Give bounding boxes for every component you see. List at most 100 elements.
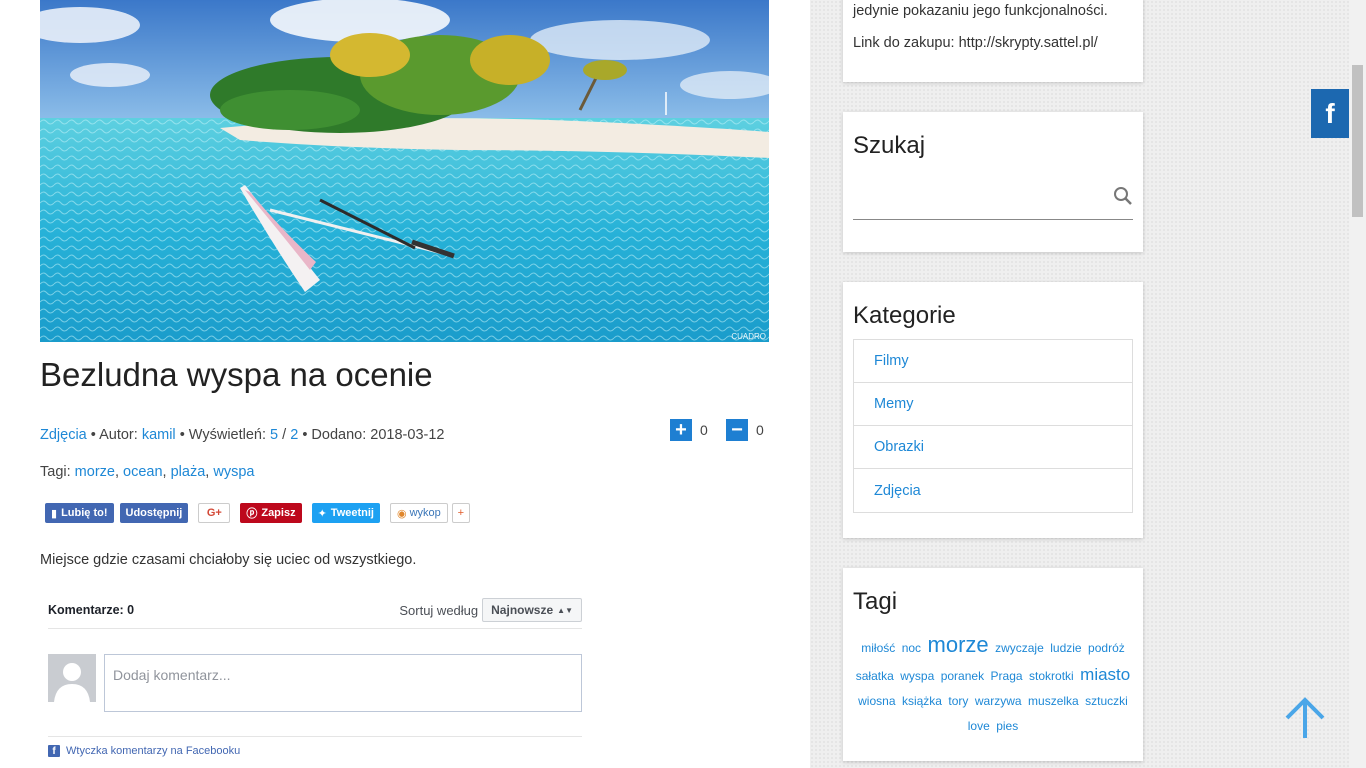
vote-down-count: 0 xyxy=(756,422,764,438)
sidebar-text-line2: Link do zakupu: http://skrypty.sattel.pl… xyxy=(853,35,1098,52)
thumb-icon: ▮ xyxy=(51,507,58,520)
author-prefix: • Autor: xyxy=(90,427,138,443)
facebook-icon: f xyxy=(1325,97,1335,129)
sort-arrows-icon: ▲▼ xyxy=(557,605,573,615)
views-link-a[interactable]: 5 xyxy=(270,427,278,443)
tag-cloud-item[interactable]: wiosna xyxy=(858,694,895,708)
scroll-to-top-icon[interactable] xyxy=(1283,696,1327,740)
category-item-filmy[interactable]: Filmy xyxy=(854,340,1132,383)
island-photo xyxy=(40,0,769,342)
avatar xyxy=(48,654,96,702)
tweet-label: Tweetnij xyxy=(330,507,374,519)
category-item-obrazki[interactable]: Obrazki xyxy=(854,426,1132,469)
post-tags: Tagi: morze, ocean, plaża, wyspa xyxy=(40,464,255,480)
tag-cloud: miłość noc morze zwyczaje ludzie podróż … xyxy=(853,628,1133,738)
date-prefix: • Dodano: xyxy=(302,427,367,443)
search-widget: Szukaj xyxy=(843,112,1143,252)
tag-cloud-item[interactable]: książka xyxy=(902,694,942,708)
pinterest-icon: ⓟ xyxy=(246,508,258,520)
tag-link-ocean[interactable]: ocean xyxy=(123,464,163,480)
tag-cloud-item[interactable]: morze xyxy=(928,632,989,657)
tag-link-wyspa[interactable]: wyspa xyxy=(213,464,254,480)
fb-comments: Komentarze: 0 Sortuj według Najnowsze ▲▼… xyxy=(48,592,582,768)
views-link-b[interactable]: 2 xyxy=(290,427,298,443)
tag-cloud-item[interactable]: tory xyxy=(948,694,968,708)
tweet-button[interactable]: ✦ Tweetnij xyxy=(311,503,380,523)
comment-input[interactable]: Dodaj komentarz... xyxy=(104,654,582,712)
tag-cloud-item[interactable]: miasto xyxy=(1080,665,1130,684)
views-prefix: • Wyświetleń: xyxy=(179,427,267,443)
sidebar: jedynie pokazaniu jego funkcjonalności. … xyxy=(810,0,1350,768)
twitter-icon: ✦ xyxy=(317,507,327,520)
tag-cloud-item[interactable]: warzywa xyxy=(975,694,1022,708)
share-bar: ▮ Lubię to! Udostępnij G+ ⓟ Zapisz ✦ Twe… xyxy=(45,503,476,523)
tag-cloud-item[interactable]: zwyczaje xyxy=(995,641,1044,655)
tag-cloud-item[interactable]: ludzie xyxy=(1050,641,1081,655)
comments-plugin-footer: f Wtyczka komentarzy na Facebooku xyxy=(48,736,582,757)
vote-down-button[interactable]: − xyxy=(726,419,748,441)
fb-like-button[interactable]: ▮ Lubię to! xyxy=(45,503,114,523)
search-title: Szukaj xyxy=(853,132,926,159)
tag-cloud-item[interactable]: sztuczki xyxy=(1085,694,1128,708)
post-title: Bezludna wyspa na ocenie xyxy=(40,356,433,393)
categories-widget: Kategorie Filmy Memy Obrazki Zdjęcia xyxy=(843,282,1143,538)
sort-label: Sortuj według xyxy=(399,602,479,618)
categories-list: Filmy Memy Obrazki Zdjęcia xyxy=(853,339,1133,513)
tag-cloud-item[interactable]: pies xyxy=(996,719,1018,733)
tag-cloud-item[interactable]: love xyxy=(968,719,990,733)
vote-up-button[interactable]: + xyxy=(670,419,692,441)
main-content: CUADRO Bezludna wyspa na ocenie Zdjęcia … xyxy=(0,0,810,768)
plugin-link[interactable]: Wtyczka komentarzy na Facebooku xyxy=(66,745,240,757)
tag-cloud-item[interactable]: stokrotki xyxy=(1029,669,1074,683)
vote-down: − 0 xyxy=(726,419,764,441)
tag-cloud-item[interactable]: sałatka xyxy=(856,669,894,683)
tag-cloud-item[interactable]: Praga xyxy=(991,669,1023,683)
fb-share-button[interactable]: Udostępnij xyxy=(119,503,189,523)
tag-cloud-item[interactable]: muszelka xyxy=(1028,694,1079,708)
search-input[interactable] xyxy=(853,178,1133,220)
comments-header: Komentarze: 0 Sortuj według Najnowsze ▲▼ xyxy=(48,592,582,629)
tag-link-plaza[interactable]: plaża xyxy=(171,464,206,480)
scrollbar[interactable] xyxy=(1349,0,1366,768)
pinterest-button[interactable]: ⓟ Zapisz xyxy=(240,503,302,523)
vote-up: + 0 xyxy=(670,419,708,441)
sort-value: Najnowsze xyxy=(491,603,554,617)
image-credit: CUADRO xyxy=(731,332,766,341)
wykop-label: wykop xyxy=(409,507,441,519)
fb-like-label: Lubię to! xyxy=(61,507,108,519)
more-share-button[interactable]: + xyxy=(451,503,470,523)
comment-composer: Dodaj komentarz... xyxy=(48,654,582,712)
tags-widget: Tagi miłość noc morze zwyczaje ludzie po… xyxy=(843,568,1143,761)
post-image[interactable]: CUADRO xyxy=(40,0,769,342)
tag-cloud-item[interactable]: wyspa xyxy=(900,669,934,683)
post-meta: Zdjęcia • Autor: kamil • Wyświetleń: 5 /… xyxy=(40,427,444,443)
wykop-icon: ◉ xyxy=(397,507,407,520)
post-category-link[interactable]: Zdjęcia xyxy=(40,427,87,443)
vote-up-count: 0 xyxy=(700,422,708,438)
gplus-button[interactable]: G+ xyxy=(198,503,231,523)
sidebar-text-line1: jedynie pokazaniu jego funkcjonalności. xyxy=(853,3,1108,19)
comments-count: Komentarze: 0 xyxy=(48,603,135,617)
tags-label: Tagi: xyxy=(40,464,71,480)
default-avatar-icon xyxy=(48,654,96,702)
comments-sort: Sortuj według Najnowsze ▲▼ xyxy=(399,598,582,622)
text-widget: jedynie pokazaniu jego funkcjonalności. … xyxy=(843,0,1143,82)
categories-title: Kategorie xyxy=(853,302,956,329)
tag-cloud-item[interactable]: miłość xyxy=(861,641,895,655)
facebook-side-button[interactable]: f xyxy=(1311,89,1349,138)
facebook-icon: f xyxy=(48,745,60,757)
tags-title: Tagi xyxy=(853,588,898,615)
sort-select[interactable]: Najnowsze ▲▼ xyxy=(482,598,582,622)
post-date: 2018-03-12 xyxy=(370,427,445,443)
wykop-button[interactable]: ◉ wykop xyxy=(390,503,448,523)
tag-cloud-item[interactable]: noc xyxy=(902,641,921,655)
tag-cloud-item[interactable]: podróż xyxy=(1088,641,1125,655)
search-icon[interactable] xyxy=(1113,186,1133,206)
views-separator: / xyxy=(282,427,287,443)
scrollbar-thumb[interactable] xyxy=(1352,65,1363,217)
author-link[interactable]: kamil xyxy=(142,427,176,443)
category-item-zdjecia[interactable]: Zdjęcia xyxy=(854,469,1132,512)
category-item-memy[interactable]: Memy xyxy=(854,383,1132,426)
tag-link-morze[interactable]: morze xyxy=(75,464,115,480)
tag-cloud-item[interactable]: poranek xyxy=(941,669,984,683)
